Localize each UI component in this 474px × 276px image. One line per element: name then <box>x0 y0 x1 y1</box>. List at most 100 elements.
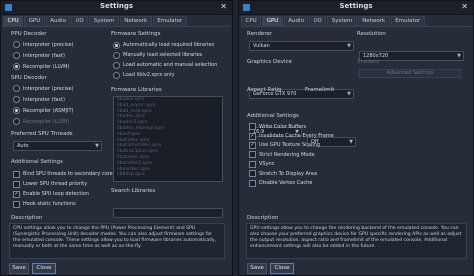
ppu-decoder-group: Interpreter (precise) Interpreter (fast)… <box>13 39 74 72</box>
spu-option-recompiler-llvm[interactable]: Recompiler (LLVM) <box>13 116 74 127</box>
spu-option-interpreter-fast[interactable]: Interpreter (fast) <box>13 94 74 105</box>
radio-selected-icon[interactable] <box>113 41 120 49</box>
spu-option-recompiler-asmjit[interactable]: Recompiler (ASMJIT) <box>13 105 74 116</box>
tab-bar: CPU GPU Audio I/O System Network Emulato… <box>3 16 188 26</box>
checkbox-checked-icon[interactable]: ✓ <box>249 141 256 149</box>
save-button[interactable]: Save <box>9 263 29 274</box>
library-item[interactable]: libbdsp.sprx <box>114 172 222 178</box>
vsync-checkbox[interactable]: VSync <box>249 160 334 169</box>
radio-icon[interactable] <box>13 52 20 59</box>
graphics-device-title: Graphics Device <box>247 59 292 65</box>
tab-system[interactable]: System <box>89 16 119 26</box>
write-color-buffers-checkbox[interactable]: Write Color Buffers <box>249 122 334 131</box>
chevron-down-icon: ▼ <box>347 91 351 97</box>
description-title: Description <box>247 215 279 221</box>
disable-vertex-cache-checkbox[interactable]: Disable Vertex Cache <box>249 178 334 187</box>
close-button[interactable]: Close <box>32 263 56 274</box>
preferred-spu-threads-select[interactable]: Auto ▼ <box>13 141 102 151</box>
hook-static-functions-checkbox[interactable]: Hook static functions <box>13 199 115 209</box>
advanced-settings-button[interactable]: Advanced Settings <box>359 69 461 78</box>
checkbox-icon[interactable] <box>13 170 20 178</box>
radio-icon[interactable] <box>113 71 120 79</box>
checkbox-icon[interactable] <box>13 200 20 208</box>
description-box: GPU settings allow you to change the ren… <box>246 223 467 259</box>
spu-loop-detection-checkbox[interactable]: ✓ Enable SPU loop detection <box>13 189 115 199</box>
invalidate-cache-checkbox[interactable]: ✓ Invalidate Cache Every Frame <box>249 131 334 140</box>
tab-emulator[interactable]: Emulator <box>390 16 425 26</box>
tab-gpu[interactable]: GPU <box>24 16 45 26</box>
ppu-option-recompiler-llvm[interactable]: Recompiler (LLVM) <box>13 61 74 72</box>
save-button[interactable]: Save <box>247 263 267 274</box>
firmware-option-liblv2-only[interactable]: Load liblv2.sprx only <box>113 70 217 80</box>
chevron-down-icon: ▼ <box>95 143 99 149</box>
stretch-display-checkbox[interactable]: Stretch To Display Area <box>249 169 334 178</box>
firmware-libraries-list[interactable]: libaacs.sprx libad_async.sprx libad_core… <box>113 96 223 182</box>
close-button[interactable]: Close <box>270 263 294 274</box>
tab-panel-divider <box>241 26 471 27</box>
firmware-option-auto[interactable]: Automatically load required libraries <box>113 40 217 50</box>
checkbox-icon[interactable] <box>249 170 256 178</box>
bind-spu-threads-checkbox[interactable]: Bind SPU threads to secondary cores <box>13 169 115 179</box>
checkbox-checked-icon[interactable]: ✓ <box>13 190 20 198</box>
checkbox-icon[interactable] <box>249 123 256 131</box>
description-text: GPU settings allow you to change the ren… <box>250 226 462 249</box>
spu-option-interpreter-precise[interactable]: Interpreter (precise) <box>13 83 74 94</box>
checkbox-icon[interactable] <box>249 160 256 168</box>
firmware-option-auto-and-manual[interactable]: Load automatic and manual selection <box>113 60 217 70</box>
window-title: Settings <box>99 2 134 10</box>
radio-icon[interactable] <box>113 61 120 69</box>
radio-icon[interactable] <box>13 96 20 103</box>
tab-cpu[interactable]: CPU <box>3 16 24 26</box>
description-box: CPU settings allow you to change the PPU… <box>9 223 225 259</box>
checkbox-checked-icon[interactable]: ✓ <box>249 132 256 140</box>
lower-spu-priority-checkbox[interactable]: Lower SPU thread priority <box>13 179 115 189</box>
radio-icon[interactable] <box>13 41 20 48</box>
description-text: CPU settings allow you to change the PPU… <box>13 226 217 249</box>
search-libraries-title: Search Libraries <box>111 188 156 194</box>
renderer-select[interactable]: Vulkan ▼ <box>249 41 354 51</box>
chevron-down-icon: ▼ <box>349 139 353 145</box>
radio-icon[interactable] <box>13 118 20 125</box>
checkbox-icon[interactable] <box>249 151 256 159</box>
tab-io[interactable]: I/O <box>71 16 89 26</box>
tab-emulator[interactable]: Emulator <box>152 16 187 26</box>
search-libraries-input[interactable] <box>113 208 223 218</box>
spu-decoder-title: SPU Decoder <box>11 75 47 81</box>
checkbox-icon[interactable] <box>249 179 256 187</box>
framelimit-title: Framelimit <box>305 87 335 93</box>
close-window-icon[interactable]: ✕ <box>461 2 468 12</box>
radio-selected-icon[interactable] <box>13 63 20 70</box>
gpu-texture-scaling-checkbox[interactable]: ✓ Use GPU Texture Scaling <box>249 141 334 150</box>
ppu-option-interpreter-precise[interactable]: Interpreter (precise) <box>13 39 74 50</box>
tab-gpu[interactable]: GPU <box>262 16 283 26</box>
firmware-option-manual[interactable]: Manually load selected libraries <box>113 50 217 60</box>
gpu-additional-settings-group: Write Color Buffers ✓ Invalidate Cache Ev… <box>249 122 334 188</box>
tab-audio[interactable]: Audio <box>283 16 309 26</box>
close-window-icon[interactable]: ✕ <box>220 2 227 12</box>
preferred-spu-threads-title: Preferred SPU Threads <box>11 131 73 137</box>
title-bar[interactable]: Settings ✕ <box>1 1 232 15</box>
shaders-label: Shaders <box>357 59 380 65</box>
tab-io[interactable]: I/O <box>309 16 327 26</box>
checkbox-icon[interactable] <box>13 180 20 188</box>
tab-panel-divider <box>3 26 230 27</box>
radio-selected-icon[interactable] <box>13 107 20 114</box>
ppu-option-interpreter-fast[interactable]: Interpreter (fast) <box>13 50 74 61</box>
chevron-down-icon: ▼ <box>347 43 351 49</box>
resolution-title: Resolution <box>357 31 386 37</box>
tab-network[interactable]: Network <box>119 16 152 26</box>
radio-icon[interactable] <box>113 51 120 59</box>
tab-network[interactable]: Network <box>357 16 390 26</box>
strict-rendering-checkbox[interactable]: Strict Rendering Mode <box>249 150 334 159</box>
title-bar[interactable]: Settings ✕ <box>239 1 473 15</box>
additional-settings-title: Additional Settings <box>247 113 299 119</box>
chevron-down-icon: ▼ <box>457 53 461 59</box>
tab-audio[interactable]: Audio <box>45 16 71 26</box>
tab-cpu[interactable]: CPU <box>241 16 262 26</box>
spu-decoder-group: Interpreter (precise) Interpreter (fast)… <box>13 83 74 127</box>
firmware-settings-title: Firmware Settings <box>111 31 161 37</box>
radio-icon[interactable] <box>13 85 20 92</box>
window-title: Settings <box>339 2 373 10</box>
tab-system[interactable]: System <box>327 16 357 26</box>
tab-bar: CPU GPU Audio I/O System Network Emulato… <box>241 16 426 26</box>
